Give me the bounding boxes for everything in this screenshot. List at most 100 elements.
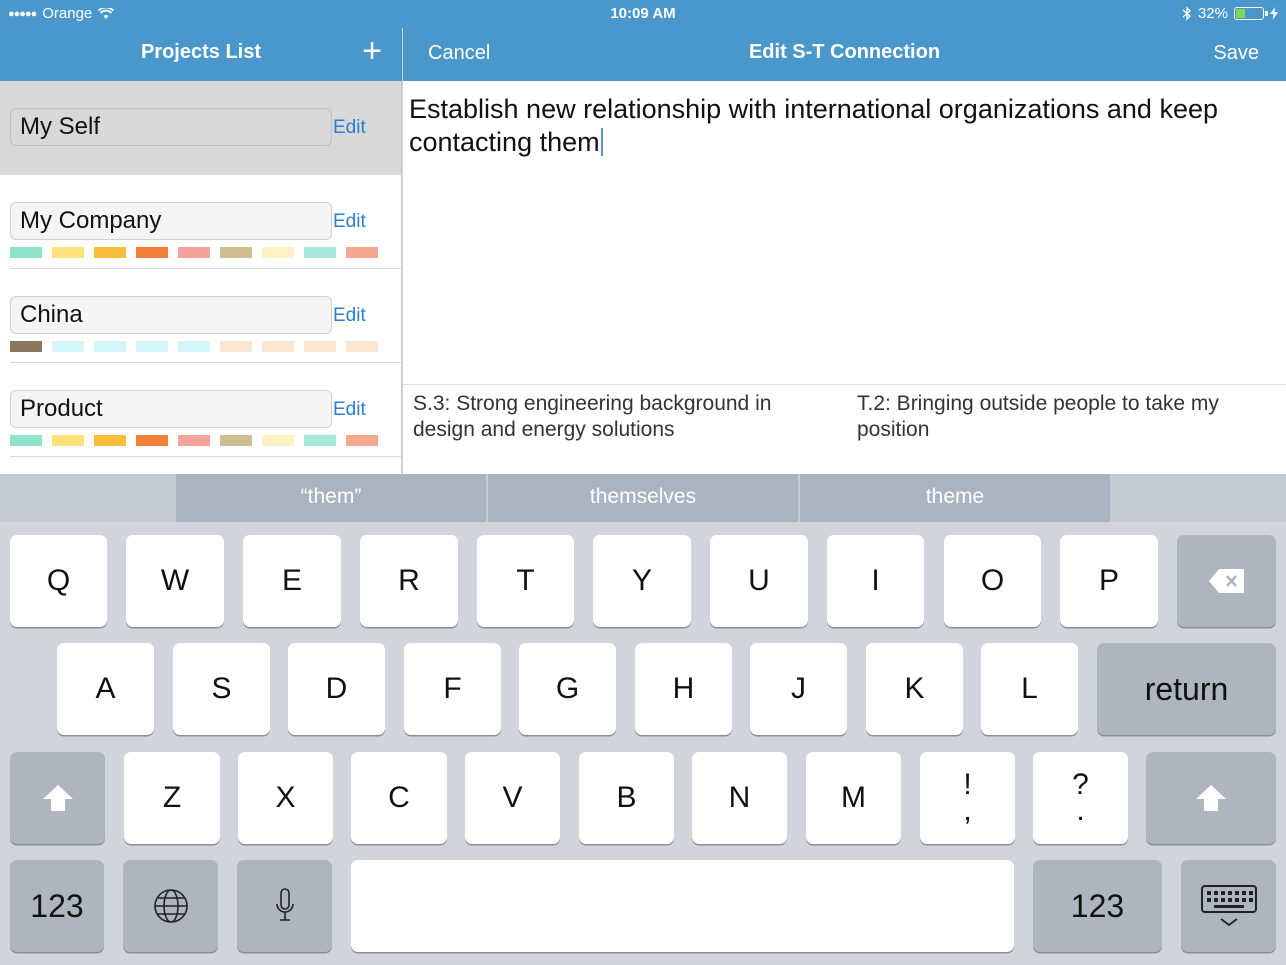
project-name-field[interactable]: My Company [10, 202, 332, 240]
battery-percent: 32% [1197, 5, 1228, 22]
color-swatch [52, 341, 84, 352]
project-name-field[interactable]: My Self [10, 108, 332, 146]
bluetooth-icon [1182, 6, 1191, 21]
edit-project-button[interactable]: Edit [333, 305, 366, 327]
key-x[interactable]: X [238, 752, 333, 844]
shift-icon [42, 785, 73, 811]
project-item-product[interactable]: Product Edit [10, 363, 401, 457]
key-v[interactable]: V [465, 752, 560, 844]
key-y[interactable]: Y [593, 535, 691, 627]
color-swatch [346, 247, 378, 258]
color-swatch [178, 247, 210, 258]
space-bar[interactable] [351, 860, 1014, 952]
project-item-my-company[interactable]: My Company Edit [10, 175, 401, 269]
key-question-period[interactable]: ? . [1033, 752, 1128, 844]
suggestion-theme[interactable]: theme [800, 474, 1110, 522]
edit-project-button[interactable]: Edit [333, 399, 366, 421]
strength-reference: S.3: Strong engineering background in de… [413, 392, 772, 441]
delete-icon [1208, 569, 1244, 593]
key-s[interactable]: S [173, 643, 270, 735]
key-j[interactable]: J [750, 643, 847, 735]
shift-right-key[interactable] [1146, 752, 1276, 844]
color-swatch [178, 435, 210, 446]
numbers-key-left[interactable]: 123 [10, 860, 104, 952]
delete-key[interactable] [1177, 535, 1276, 627]
hide-keyboard-key[interactable] [1181, 860, 1276, 952]
key-w[interactable]: W [126, 535, 224, 627]
suggestion-bar: “them” themselves theme [0, 474, 1286, 522]
projects-list: My Self Edit My Company Edit China Edit … [0, 81, 402, 474]
numbers-key-right[interactable]: 123 [1033, 860, 1162, 952]
color-swatch [178, 341, 210, 352]
add-project-button[interactable]: + [362, 34, 382, 68]
key-h[interactable]: H [635, 643, 732, 735]
color-swatch [262, 341, 294, 352]
project-name-field[interactable]: Product [10, 390, 332, 428]
key-c[interactable]: C [351, 752, 447, 844]
key-d[interactable]: D [288, 643, 385, 735]
globe-icon [153, 889, 188, 923]
key-exclamation-comma[interactable]: ! , [920, 752, 1015, 844]
key-a[interactable]: A [57, 643, 154, 735]
project-name-field[interactable]: China [10, 296, 332, 334]
key-e[interactable]: E [243, 535, 341, 627]
shift-left-key[interactable] [10, 752, 105, 844]
key-b[interactable]: B [579, 752, 674, 844]
key-n[interactable]: N [692, 752, 787, 844]
color-swatch [304, 247, 336, 258]
battery-level [1236, 9, 1245, 18]
color-swatch [346, 341, 378, 352]
suggestion-themselves[interactable]: themselves [488, 474, 798, 522]
key-f[interactable]: F [404, 643, 501, 735]
key-m[interactable]: M [806, 752, 901, 844]
microphone-icon [275, 888, 294, 921]
project-item-china[interactable]: China Edit [10, 269, 401, 363]
key-g[interactable]: G [519, 643, 616, 735]
save-button[interactable]: Save [1213, 42, 1259, 65]
projects-nav-bar: Projects List + [0, 28, 402, 81]
key-k[interactable]: K [866, 643, 963, 735]
edit-project-button[interactable]: Edit [333, 211, 366, 233]
color-swatch [10, 247, 42, 258]
key-q[interactable]: Q [10, 535, 107, 627]
key-i[interactable]: I [827, 535, 924, 627]
key-u[interactable]: U [710, 535, 808, 627]
color-swatch [136, 247, 168, 258]
globe-key[interactable] [123, 860, 218, 952]
color-swatch [220, 247, 252, 258]
color-swatch [52, 247, 84, 258]
key-z[interactable]: Z [124, 752, 220, 844]
color-swatch [52, 435, 84, 446]
color-swatch [94, 435, 126, 446]
key-comma: , [963, 794, 972, 827]
status-right: 32% [1182, 5, 1278, 22]
editor-text: Establish new relationship with internat… [409, 94, 1218, 157]
key-o[interactable]: O [944, 535, 1041, 627]
key-period: . [1076, 794, 1085, 827]
projects-title: Projects List [140, 41, 262, 63]
connection-text-editor[interactable]: Establish new relationship with internat… [403, 81, 1286, 384]
charging-icon [1270, 7, 1278, 20]
edit-title: Edit S-T Connection [748, 41, 941, 63]
edit-nav-bar: Cancel Edit S-T Connection Save [403, 28, 1286, 81]
key-p[interactable]: P [1060, 535, 1158, 627]
key-t[interactable]: T [477, 535, 574, 627]
color-swatch [94, 247, 126, 258]
keyboard: “them” themselves theme Q W E R T Y U I … [0, 474, 1286, 965]
shift-icon [1196, 785, 1226, 811]
project-item-my-self[interactable]: My Self Edit [0, 81, 401, 175]
suggestion-them[interactable]: “them” [176, 474, 486, 522]
color-swatch [94, 341, 126, 352]
clock: 10:09 AM [610, 5, 676, 22]
color-swatches [10, 435, 378, 446]
battery-icon [1234, 7, 1268, 20]
key-l[interactable]: L [981, 643, 1078, 735]
color-swatch [346, 435, 378, 446]
edit-project-button[interactable]: Edit [333, 117, 366, 139]
key-r[interactable]: R [360, 535, 458, 627]
status-bar: ●●●●● Orange 10:09 AM 32% [0, 0, 1286, 28]
dictation-key[interactable] [237, 860, 332, 952]
color-swatch [262, 247, 294, 258]
color-swatch [10, 341, 42, 352]
return-key[interactable]: return [1097, 643, 1276, 735]
